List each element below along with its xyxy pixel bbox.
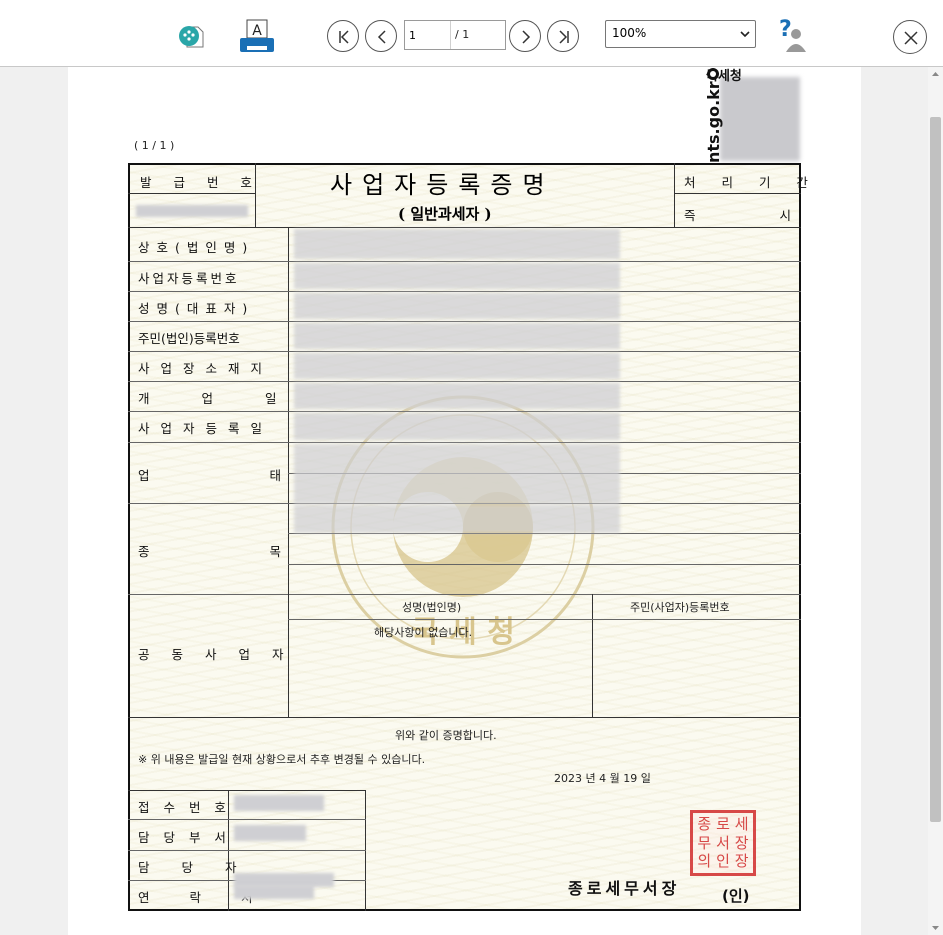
- zoom-select[interactable]: 100%: [605, 20, 756, 48]
- help-glyph: ?: [779, 17, 792, 42]
- issue-no-label: 발 급 번 호: [140, 175, 261, 190]
- field-label-representative: 성명(대표자): [138, 301, 255, 316]
- document-page: 국세청 nts.go.kr ( 1 / 1 ) 국 세 청 발 급 번 호 사업…: [68, 67, 861, 935]
- nts-url: nts.go.kr: [704, 81, 723, 163]
- seal-mark: (인): [722, 887, 750, 905]
- co-owner-id-header: 주민(사업자)등록번호: [630, 601, 730, 614]
- value-company: [294, 229, 620, 259]
- scrollbar-thumb[interactable]: [930, 117, 941, 822]
- value-representative: [294, 293, 620, 319]
- viewer-toolbar: A / 1 100% ?: [0, 0, 943, 67]
- certify-text: 위와 같이 증명합니다.: [395, 729, 497, 742]
- department-value: [234, 825, 306, 841]
- notice-text: ※ 위 내용은 발급일 현재 상황으로서 추후 변경될 수 있습니다.: [138, 753, 426, 766]
- last-page-button[interactable]: [547, 20, 579, 52]
- value-resident-no: [294, 323, 620, 349]
- scroll-down-icon[interactable]: [928, 921, 943, 935]
- field-label-business-item: 종목: [138, 544, 402, 559]
- co-owner-label: 공동사업자: [138, 647, 306, 662]
- issue-no-value: [136, 205, 248, 217]
- help-icon[interactable]: ?: [770, 16, 808, 54]
- first-page-icon: [339, 30, 349, 44]
- value-business-type: [294, 444, 620, 504]
- save-file-icon[interactable]: [178, 22, 208, 52]
- department-label: 담 당 부 서: [138, 830, 231, 845]
- previous-page-icon: [377, 30, 386, 44]
- document-title: 사업자등록증명: [330, 171, 555, 199]
- office-name: 종로세무서장: [568, 879, 681, 898]
- zoom-value: 100%: [612, 26, 647, 40]
- field-label-reg-date: 사업자등록일: [138, 421, 274, 436]
- close-button[interactable]: [893, 20, 927, 54]
- printer-icon[interactable]: A: [238, 18, 276, 56]
- close-icon: [904, 31, 918, 45]
- receipt-no-label: 접 수 번 호: [138, 800, 231, 815]
- nts-logo-icon: [707, 68, 719, 80]
- next-page-icon: [522, 30, 531, 44]
- chevron-down-icon: [740, 31, 750, 38]
- page-number-box: / 1: [404, 20, 506, 50]
- value-biz-reg-no: [294, 263, 620, 289]
- print-letter: A: [252, 23, 262, 39]
- co-owner-none: 해당사항이 없습니다.: [374, 626, 473, 639]
- current-page-input[interactable]: [405, 21, 451, 49]
- contact-value: [234, 885, 314, 899]
- value-open-date: [294, 383, 620, 409]
- processing-period-value: 즉 시: [684, 208, 791, 223]
- first-page-button[interactable]: [327, 20, 359, 52]
- page-counter: ( 1 / 1 ): [134, 139, 175, 152]
- co-owner-name-header: 성명(법인명): [402, 601, 462, 614]
- processing-period-label: 처 리 기 간: [684, 175, 819, 190]
- value-address: [294, 353, 620, 379]
- value-business-item: [294, 505, 620, 533]
- field-label-biz-reg-no: 사업자등록번호: [138, 271, 240, 286]
- field-label-company: 상호(법인명): [138, 240, 255, 255]
- previous-page-button[interactable]: [365, 20, 397, 52]
- issue-date: 2023 년 4 월 19 일: [554, 772, 651, 785]
- qr-code: [720, 77, 800, 161]
- scroll-up-icon[interactable]: [928, 67, 943, 81]
- receipt-no-value: [234, 795, 324, 811]
- document-subtitle: ( 일반과세자 ): [398, 205, 492, 223]
- official-seal-stamp: 종로세 무서장 의인장: [690, 810, 756, 876]
- field-label-address: 사업장소재지: [138, 361, 274, 376]
- last-page-icon: [559, 30, 569, 44]
- vertical-scrollbar[interactable]: [928, 67, 943, 935]
- next-page-button[interactable]: [509, 20, 541, 52]
- total-pages: / 1: [455, 28, 470, 41]
- value-reg-date: [294, 413, 620, 440]
- field-label-resident-no: 주민(법인)등록번호: [138, 331, 240, 346]
- document-viewer[interactable]: 국세청 nts.go.kr ( 1 / 1 ) 국 세 청 발 급 번 호 사업…: [0, 67, 943, 935]
